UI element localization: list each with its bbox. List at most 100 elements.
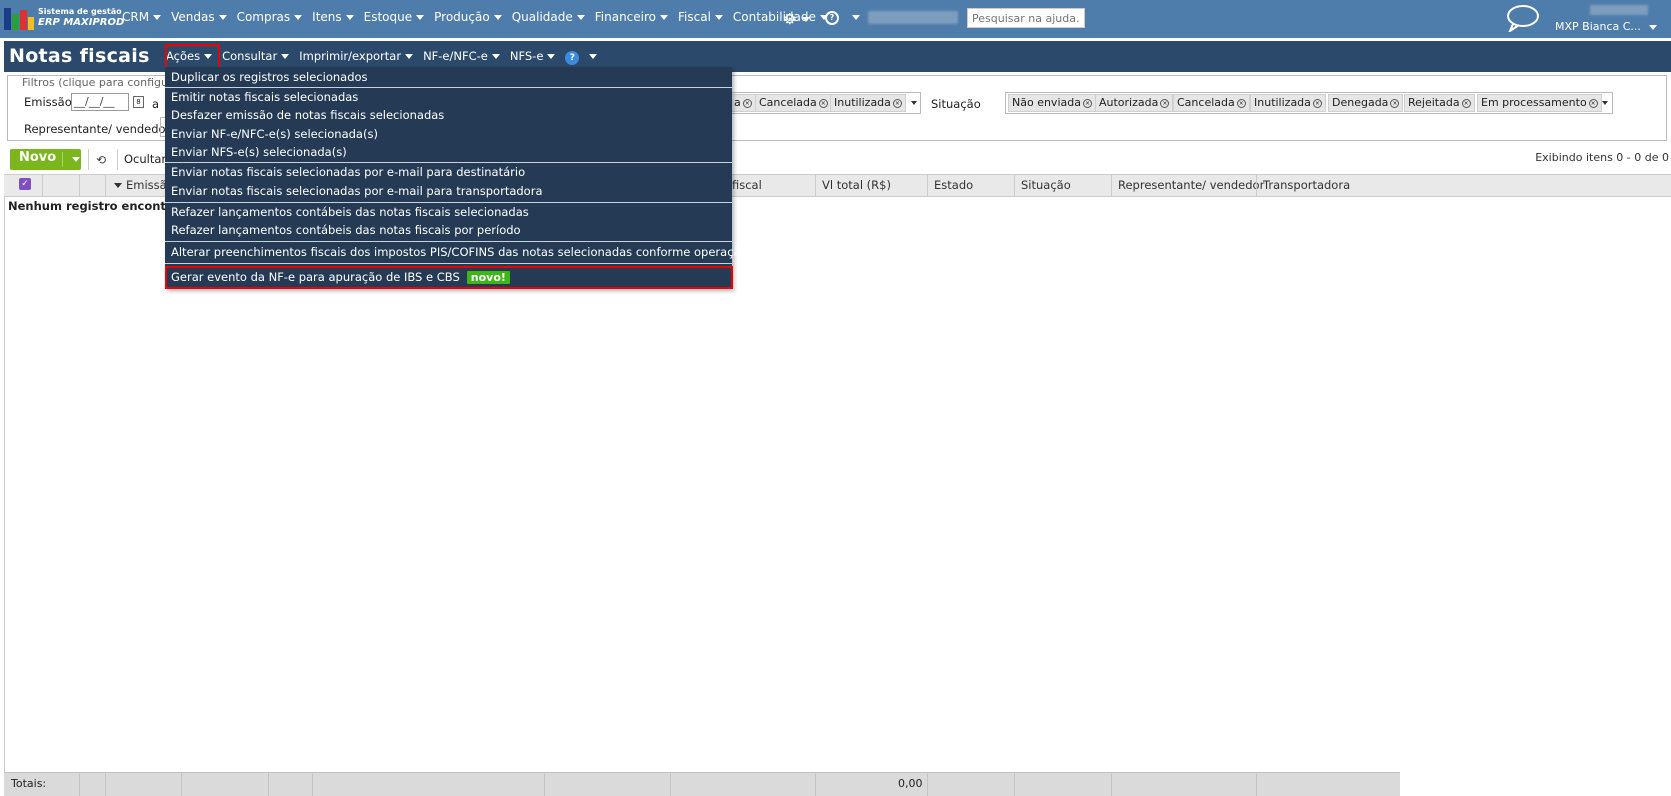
- help-icon[interactable]: ?: [825, 11, 839, 25]
- nav-itens[interactable]: Itens: [312, 10, 354, 24]
- situacao-tag[interactable]: Autorizada ×: [1095, 94, 1174, 112]
- novo-button[interactable]: Novo: [10, 149, 81, 170]
- emissao-label: Emissão: [24, 95, 72, 109]
- totals-separator: [181, 772, 182, 796]
- menu-consultar[interactable]: Consultar: [222, 49, 290, 65]
- situacao-tag[interactable]: Rejeitada ×: [1404, 94, 1475, 112]
- nav-financeiro[interactable]: Financeiro: [595, 10, 669, 24]
- menu-item-desfazer-emissao[interactable]: Desfazer emissão de notas fiscais seleci…: [171, 108, 444, 122]
- estado-tag[interactable]: a ×: [730, 94, 756, 112]
- chevron-down-icon: [547, 54, 556, 59]
- column-header-vl-total[interactable]: Vl total (R$): [822, 178, 891, 192]
- maxiprod-logo-icon[interactable]: [4, 6, 34, 30]
- nav-estoque[interactable]: Estoque: [364, 10, 425, 24]
- nav-crm[interactable]: CRM: [122, 10, 162, 24]
- remove-tag-icon[interactable]: ×: [1588, 98, 1598, 108]
- page-title: Notas fiscais: [9, 45, 150, 67]
- menu-help[interactable]: ?: [565, 49, 598, 65]
- remove-tag-icon[interactable]: ×: [1082, 98, 1092, 108]
- nav-fiscal[interactable]: Fiscal: [678, 10, 723, 24]
- acoes-dropdown-menu: Duplicar os registros selecionados Emiti…: [165, 67, 781, 289]
- menu-item-emitir[interactable]: Emitir notas fiscais selecionadas: [171, 90, 358, 104]
- blurred-company-name: [868, 11, 958, 24]
- menu-item-refazer-periodo[interactable]: Refazer lançamentos contábeis das notas …: [171, 223, 521, 237]
- chevron-down-icon[interactable]: [72, 157, 80, 162]
- representante-label: Representante/ vendedor: [24, 122, 171, 136]
- ocultar-button[interactable]: Ocultar: [124, 152, 166, 166]
- menu-item-refazer-selecionadas[interactable]: Refazer lançamentos contábeis das notas …: [171, 205, 529, 219]
- novo-separator: [62, 152, 63, 167]
- select-all-checkbox[interactable]: ✓: [19, 178, 31, 190]
- chevron-down-icon: [416, 15, 425, 20]
- gerar-evento-highlight: [165, 266, 733, 289]
- brand-line2: ERP MAXIPROD: [38, 17, 125, 28]
- emissao-start-date-input[interactable]: __/__/__: [71, 93, 129, 111]
- column-header-fiscal[interactable]: fiscal: [732, 178, 762, 192]
- menu-nfse[interactable]: NFS-e: [510, 49, 556, 65]
- remove-tag-icon[interactable]: ×: [818, 98, 828, 108]
- brand-name: Sistema de gestão ERP MAXIPROD: [38, 6, 124, 28]
- gear-icon[interactable]: ⚙: [783, 10, 811, 28]
- situacao-tag[interactable]: Em processamento ×: [1477, 94, 1602, 112]
- nav-compras[interactable]: Compras: [237, 10, 303, 24]
- menu-item-duplicar[interactable]: Duplicar os registros selecionados: [171, 70, 368, 84]
- chevron-down-icon[interactable]: [911, 101, 917, 105]
- column-separator: [42, 174, 43, 197]
- totals-separator: [927, 772, 928, 796]
- estado-tag[interactable]: Inutilizada ×: [830, 94, 906, 112]
- toolbar-divider: [88, 149, 89, 170]
- blurred-company: [1590, 5, 1648, 15]
- menu-item-enviar-nfe[interactable]: Enviar NF-e/NFC-e(s) selecionada(s): [171, 127, 378, 141]
- help-search-input[interactable]: [967, 8, 1085, 28]
- date-range-separator: a: [152, 97, 160, 111]
- situacao-label: Situação: [931, 97, 981, 111]
- filters-legend[interactable]: Filtros (clique para configur: [20, 76, 175, 89]
- situacao-tag[interactable]: Cancelada ×: [1173, 94, 1250, 112]
- remove-tag-icon[interactable]: ×: [1160, 98, 1170, 108]
- menu-item-alterar-pis-cofins[interactable]: Alterar preenchimentos fiscais dos impos…: [171, 245, 781, 259]
- totals-separator: [268, 772, 269, 796]
- brand-line1: Sistema de gestão: [38, 7, 122, 16]
- menu-item-email-transportadora[interactable]: Enviar notas fiscais selecionadas por e-…: [171, 184, 543, 198]
- menu-imprimir-exportar[interactable]: Imprimir/exportar: [299, 49, 414, 65]
- column-header-estado[interactable]: Estado: [934, 178, 973, 192]
- column-header-representante[interactable]: Representante/ vendedor: [1118, 178, 1264, 192]
- chevron-down-icon: [576, 15, 585, 20]
- situacao-tag[interactable]: Denegada ×: [1328, 94, 1404, 112]
- calendar-icon[interactable]: 8: [133, 96, 144, 108]
- situacao-tag[interactable]: Inutilizada ×: [1250, 94, 1326, 112]
- menu-nfe-nfce[interactable]: NF-e/NFC-e: [423, 49, 500, 65]
- column-header-situacao[interactable]: Situação: [1021, 178, 1071, 192]
- help-icon: ?: [565, 51, 580, 65]
- chat-icon[interactable]: [1505, 4, 1541, 32]
- estado-tag[interactable]: Cancelada ×: [755, 94, 832, 112]
- totals-separator: [312, 772, 313, 796]
- main-nav: CRM Vendas Compras Itens Estoque Produçã…: [122, 10, 838, 24]
- remove-tag-icon[interactable]: ×: [742, 98, 752, 108]
- column-header-transportadora[interactable]: Transportadora: [1263, 178, 1350, 192]
- remove-tag-icon[interactable]: ×: [1461, 98, 1471, 108]
- nav-contabilidade[interactable]: Contabilidade: [733, 10, 828, 24]
- menu-item-email-destinatario[interactable]: Enviar notas fiscais selecionadas por e-…: [171, 165, 525, 179]
- acoes-highlight: [165, 44, 220, 69]
- situacao-tag[interactable]: Não enviada ×: [1008, 94, 1096, 112]
- nav-vendas[interactable]: Vendas: [171, 10, 227, 24]
- totals-separator: [670, 772, 671, 796]
- menu-separator: [165, 241, 732, 242]
- totals-label: Totais:: [11, 777, 47, 790]
- remove-tag-icon[interactable]: ×: [1390, 98, 1400, 108]
- remove-tag-icon[interactable]: ×: [1236, 98, 1246, 108]
- nav-qualidade[interactable]: Qualidade: [512, 10, 585, 24]
- totals-separator: [1014, 772, 1015, 796]
- menu-item-enviar-nfse[interactable]: Enviar NFS-e(s) selecionada(s): [171, 145, 347, 159]
- chevron-down-icon[interactable]: [1602, 101, 1608, 105]
- chevron-down-icon: [294, 15, 303, 20]
- user-menu[interactable]: MXP Bianca C...: [1555, 20, 1657, 33]
- remove-tag-icon[interactable]: ×: [1312, 98, 1322, 108]
- chevron-down-icon[interactable]: [852, 15, 860, 20]
- remove-tag-icon[interactable]: ×: [892, 98, 902, 108]
- sort-desc-icon[interactable]: [114, 183, 122, 188]
- nav-producao[interactable]: Produção: [434, 10, 502, 24]
- refresh-icon[interactable]: ⟲: [96, 153, 106, 167]
- column-separator: [79, 174, 80, 197]
